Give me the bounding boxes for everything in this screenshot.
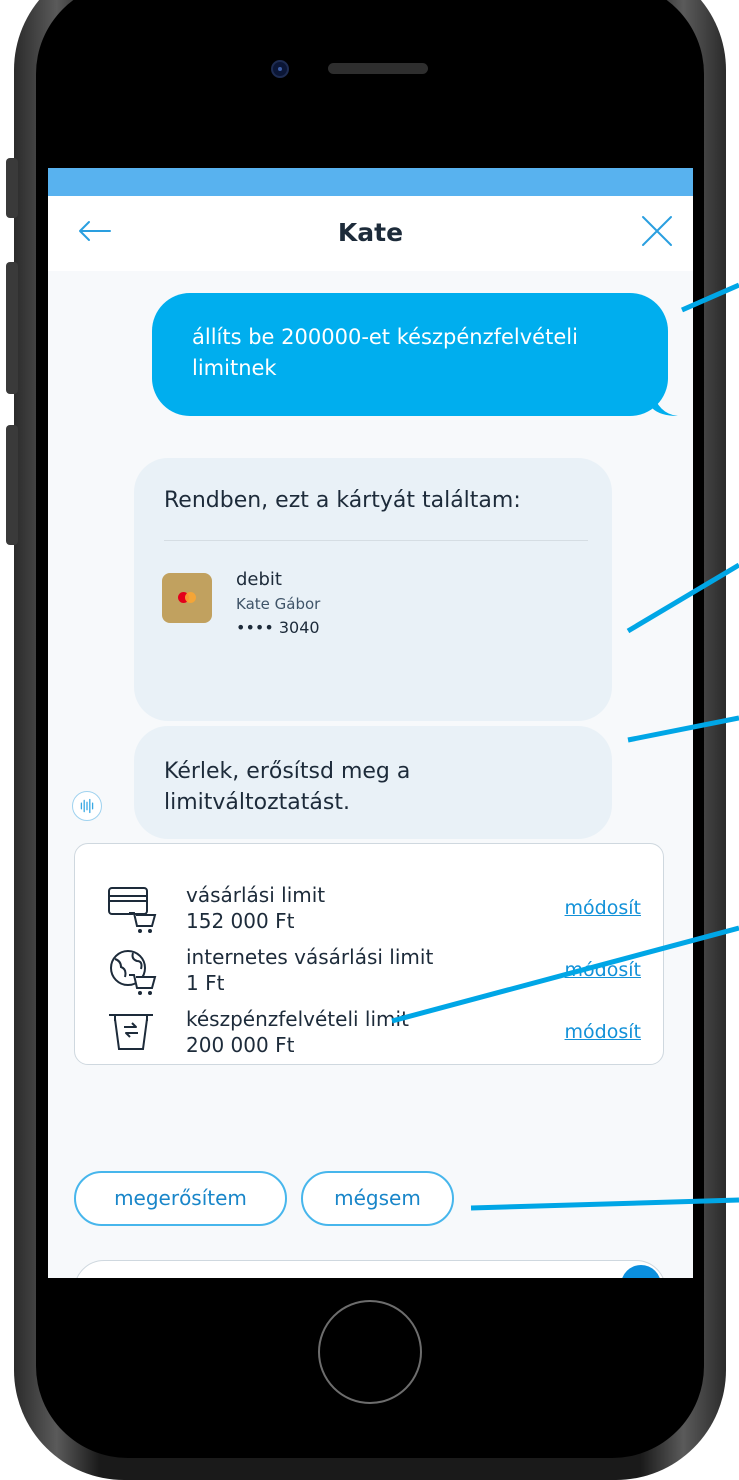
app-screen: Kate állíts be 200000-et készpénzfelvéte… [48, 168, 693, 1278]
earpiece-speaker [328, 63, 428, 74]
bot-confirm-message: Kérlek, erősítsd meg a limitváltoztatást… [134, 726, 612, 839]
user-message-bubble: állíts be 200000-et készpénzfelvételi li… [152, 293, 668, 416]
limit-row-internet: internetes vásárlási limit 1 Ft módosít [75, 941, 665, 1007]
globe-cart-icon [110, 950, 157, 995]
user-bubble-tail [652, 390, 678, 416]
card-cart-icon [108, 887, 157, 933]
volume-down-button [6, 425, 18, 545]
card-thumbnail[interactable] [162, 573, 212, 623]
bot-card-message: Rendben, ezt a kártyát találtam: debit K… [134, 458, 612, 721]
modify-link[interactable]: módosít [565, 1021, 641, 1043]
limit-row-cash: készpénzfelvételi limit 200 000 Ft módos… [75, 1003, 665, 1069]
limit-label: vásárlási limit [186, 883, 326, 907]
divider [164, 540, 588, 541]
confirm-button[interactable]: megerősítem [74, 1171, 287, 1226]
card-name: debit [236, 569, 282, 590]
front-camera [271, 60, 289, 78]
limit-label: készpénzfelvételi limit [186, 1007, 409, 1031]
status-bar [48, 168, 693, 196]
modify-link[interactable]: módosít [565, 897, 641, 919]
atm-icon [109, 1014, 153, 1050]
mute-switch [6, 158, 18, 218]
limit-label: internetes vásárlási limit [186, 945, 434, 969]
limits-panel: vásárlási limit 152 000 Ft módosít inter… [74, 843, 664, 1065]
limit-row-purchase: vásárlási limit 152 000 Ft módosít [75, 879, 665, 945]
voice-wave-icon[interactable] [72, 791, 102, 821]
card-holder: Kate Gábor [236, 595, 321, 613]
limit-value: 200 000 Ft [186, 1033, 295, 1057]
close-icon[interactable] [640, 214, 674, 248]
page-title: Kate [337, 218, 404, 247]
limit-value: 1 Ft [186, 971, 225, 995]
modify-link[interactable]: módosít [565, 959, 641, 981]
bot-message-text: Kérlek, erősítsd meg a limitváltoztatást… [164, 759, 411, 815]
card-number: •••• 3040 [236, 618, 320, 637]
volume-up-button [6, 262, 18, 394]
mic-icon[interactable] [621, 1265, 661, 1278]
message-input[interactable] [74, 1260, 666, 1278]
cancel-button[interactable]: mégsem [301, 1171, 454, 1226]
home-button[interactable] [318, 1300, 422, 1404]
limit-value: 152 000 Ft [186, 909, 295, 933]
chat-header: Kate [48, 196, 693, 271]
mastercard-icon-overlap [185, 592, 196, 603]
bot-message-text: Rendben, ezt a kártyát találtam: [164, 488, 521, 513]
